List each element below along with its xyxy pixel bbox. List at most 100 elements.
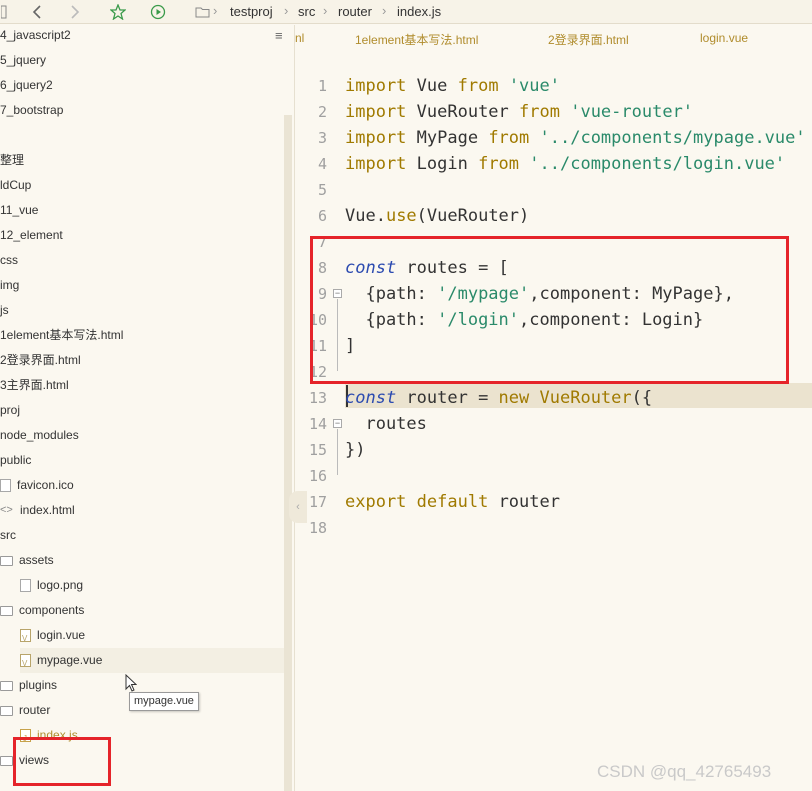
sidebar-item-label: assets [19, 553, 54, 567]
folder-icon [0, 755, 13, 766]
tab-login-vue[interactable]: login.vue [700, 31, 748, 45]
sidebar-item[interactable]: ldCup [0, 173, 284, 198]
tab-element-basic[interactable]: 1element基本写法.html [355, 31, 478, 48]
code-token: from [519, 102, 560, 122]
watermark: CSDN @qq_42765493 [597, 762, 772, 781]
line-number: 3 [317, 129, 327, 147]
star-icon[interactable] [108, 2, 128, 22]
breadcrumb-item[interactable]: index.js [397, 4, 441, 19]
sidebar-item[interactable]: 11_vue [0, 198, 284, 223]
sidebar-scrollbar[interactable] [284, 115, 292, 791]
breadcrumb-item[interactable]: router [338, 4, 372, 19]
sidebar-item[interactable]: public [0, 448, 284, 473]
sidebar-item[interactable]: 5_jquery [0, 48, 284, 73]
sidebar-item[interactable]: mypage.vue [20, 648, 284, 676]
code-line[interactable]: routes [345, 411, 427, 437]
sidebar-item[interactable]: 1element基本写法.html [0, 323, 284, 348]
sidebar-item[interactable]: logo.png [20, 573, 284, 598]
sidebar-item-label: 2登录界面.html [0, 353, 81, 367]
folder-icon [193, 2, 211, 22]
collapse-sidebar-handle[interactable]: ‹ [289, 491, 307, 523]
sidebar-item[interactable]: assets [0, 548, 284, 573]
sidebar-item-label: login.vue [37, 628, 86, 642]
sidebar-item-label: 5_jquery [0, 53, 47, 67]
line-number: 1 [317, 77, 327, 95]
code-line[interactable]: import MyPage from '../components/mypage… [345, 125, 806, 151]
code-line[interactable]: }) [345, 437, 365, 463]
file-tree-sidebar: ≡ 4_javascript2 5_jquery 6_jquery2 7_bootst… [0, 25, 293, 791]
editor-tabs: nl 1element基本写法.html 2登录界面.html login.vu… [295, 25, 812, 51]
code-token: from [488, 128, 530, 148]
sidebar-item[interactable]: 3主界面.html [0, 373, 284, 398]
code-line[interactable]: const router = new VueRouter({ [345, 385, 652, 411]
sidebar-item[interactable]: 4_javascript2 [0, 23, 284, 48]
code-line[interactable]: import VueRouter from 'vue-router' [345, 99, 693, 125]
code-token: 'vue-router' [570, 102, 694, 122]
code-token: MyPage [406, 128, 489, 148]
code-token: }) [345, 440, 366, 460]
forward-arrow-icon[interactable] [66, 2, 84, 22]
sidebar-item[interactable]: css [0, 248, 284, 273]
sidebar-item-label: ldCup [0, 178, 32, 192]
sidebar-item[interactable]: js [0, 298, 284, 323]
tab-login-page[interactable]: 2登录界面.html [548, 31, 629, 48]
breadcrumb-separator: › [284, 3, 289, 18]
sidebar-item[interactable]: src [0, 523, 284, 548]
line-number: 6 [317, 207, 327, 225]
code-editor[interactable]: nl 1element基本写法.html 2登录界面.html login.vu… [294, 25, 812, 791]
run-icon[interactable] [148, 2, 168, 22]
code-token: routes [345, 414, 427, 434]
line-number: 15 [308, 441, 327, 459]
breadcrumb-item[interactable]: src [298, 4, 315, 19]
sidebar-item[interactable]: 2登录界面.html [0, 348, 284, 373]
sidebar-item[interactable]: <> index.html [0, 498, 284, 523]
sidebar-item-label: 6_jquery2 [0, 78, 53, 92]
folder-icon [0, 680, 13, 691]
code-line[interactable]: export default router [345, 489, 560, 515]
code-line[interactable]: import Vue from 'vue' [345, 73, 560, 99]
sidebar-item[interactable]: img [0, 273, 284, 298]
sidebar-item[interactable]: 整理 [0, 148, 284, 173]
sidebar-item-label: 4_javascript2 [0, 28, 71, 42]
sidebar-item-label: mypage.vue [37, 653, 103, 667]
sidebar-item[interactable]: node_modules [0, 423, 284, 448]
sidebar-item-label: node_modules [0, 428, 79, 442]
sidebar-item[interactable]: 6_jquery2 [0, 73, 284, 98]
code-token: from [478, 154, 520, 174]
top-toolbar: › testproj › src › router › index.js [0, 0, 812, 24]
sidebar-item[interactable]: login.vue [20, 623, 284, 651]
fold-toggle-icon[interactable]: − [333, 419, 342, 428]
back-arrow-icon[interactable] [28, 2, 46, 22]
sidebar-item[interactable]: 7_bootstrap [0, 98, 284, 123]
code-token: Vue. [345, 206, 386, 226]
sidebar-item-label: 7_bootstrap [0, 103, 64, 117]
tooltip: mypage.vue [129, 692, 199, 711]
sidebar-item[interactable]: favicon.ico [0, 473, 284, 498]
sidebar-item-label: 3主界面.html [0, 378, 69, 392]
sidebar-item[interactable]: components [0, 598, 284, 623]
annotation-box-routes [310, 236, 789, 384]
sidebar-item-label: public [0, 453, 32, 467]
sidebar-item-label: 11_vue [0, 203, 39, 217]
breadcrumb-item[interactable]: testproj [230, 4, 273, 19]
panel-toggle-icon[interactable] [0, 2, 8, 22]
sidebar-item[interactable] [0, 123, 284, 148]
code-token: new [498, 388, 530, 408]
sidebar-item[interactable]: 12_element [0, 223, 284, 248]
code-token: import [345, 154, 407, 174]
sidebar-item-label: img [0, 278, 20, 292]
sidebar-item-label: 1element基本写法.html [0, 328, 124, 342]
sidebar-item-label: css [0, 253, 18, 267]
line-number: 5 [317, 181, 327, 199]
sidebar-item[interactable]: proj [0, 398, 284, 423]
code-token: default [416, 492, 489, 512]
folder-icon [0, 555, 13, 566]
code-line[interactable]: Vue.use(VueRouter) [345, 203, 529, 229]
tab-nl[interactable]: nl [295, 31, 304, 45]
code-line[interactable]: import Login from '../components/login.v… [345, 151, 785, 177]
